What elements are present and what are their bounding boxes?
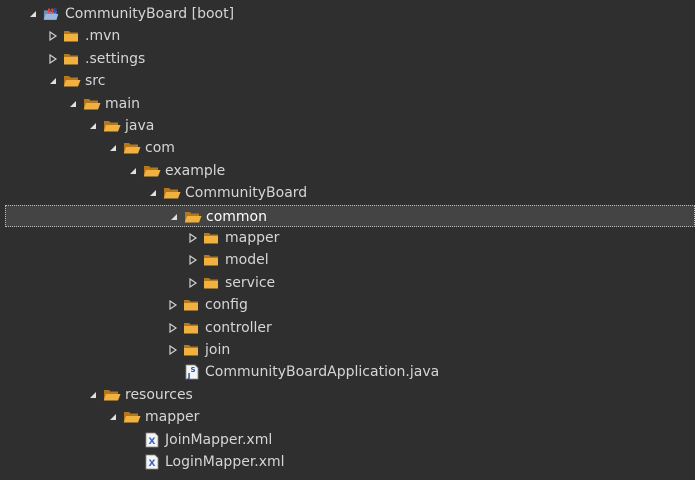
tree-item-common[interactable]: common [5, 204, 695, 227]
folder-open-icon [123, 140, 141, 156]
tree-item-communityboard[interactable]: CommunityBoard [0, 182, 695, 204]
tree-item-communityboard-boot[interactable]: M S CommunityBoard [boot] [0, 3, 695, 25]
folder-icon [63, 51, 81, 67]
tree-item-mapper[interactable]: mapper [0, 227, 695, 249]
expand-arrow-icon[interactable] [47, 30, 59, 42]
tree-item-label: resources [125, 386, 193, 403]
project-explorer-tree: M S CommunityBoard [boot] .mvn .settings src m… [0, 0, 695, 480]
tree-item-label: java [125, 118, 155, 134]
folder-open-icon [163, 185, 181, 201]
tree-item-config[interactable]: config [0, 294, 695, 316]
tree-item-mvn[interactable]: .mvn [0, 25, 695, 47]
collapse-arrow-icon[interactable] [67, 98, 79, 110]
tree-item-settings[interactable]: .settings [0, 48, 695, 70]
folder-icon [203, 275, 221, 291]
folder-icon [63, 28, 81, 44]
tree-item-label: main [105, 95, 140, 112]
tree-item-resources[interactable]: resources [0, 384, 695, 406]
tree-item-join[interactable]: join [0, 339, 695, 361]
tree-item-label: CommunityBoard [185, 185, 308, 202]
expand-arrow-icon[interactable] [187, 254, 199, 266]
folder-open-icon [103, 118, 121, 134]
tree-item-joinmapper-xml[interactable]: X JoinMapper.xml [0, 429, 695, 451]
expand-arrow-icon[interactable] [187, 277, 199, 289]
xml-file-icon: X [143, 454, 161, 470]
svg-text:X: X [149, 437, 156, 447]
tree-item-label: controller [205, 319, 272, 336]
folder-open-icon [184, 209, 202, 225]
collapse-arrow-icon[interactable] [107, 142, 119, 154]
tree-item-label: config [205, 297, 248, 314]
collapse-arrow-icon[interactable] [127, 165, 139, 177]
svg-text:X: X [149, 459, 156, 469]
tree-item-label: mapper [145, 409, 200, 426]
tree-item-label: service [225, 274, 276, 291]
collapse-arrow-icon[interactable] [47, 75, 59, 87]
tree-item-label: example [165, 162, 226, 179]
tree-item-label: CommunityBoard [boot] [65, 6, 235, 22]
tree-item-label: model [225, 252, 269, 269]
tree-item-example[interactable]: example [0, 160, 695, 182]
tree-item-src[interactable]: src [0, 70, 695, 92]
svg-text:J: J [187, 372, 191, 380]
svg-text:S: S [190, 366, 195, 374]
tree-item-label: JoinMapper.xml [165, 431, 273, 448]
collapse-arrow-icon[interactable] [168, 211, 180, 223]
folder-icon [183, 297, 201, 313]
xml-file-icon: X [143, 432, 161, 448]
folder-open-icon [103, 387, 121, 403]
expand-arrow-icon[interactable] [47, 53, 59, 65]
tree-item-label: src [85, 73, 106, 90]
tree-item-label: .mvn [85, 28, 121, 45]
tree-item-label: .settings [85, 50, 146, 67]
tree-item-communityboardapplication-java[interactable]: S J CommunityBoardApplication.java [0, 361, 695, 383]
expand-arrow-icon[interactable] [167, 322, 179, 334]
collapse-arrow-icon[interactable] [147, 187, 159, 199]
collapse-arrow-icon[interactable] [107, 411, 119, 423]
svg-text:S: S [53, 8, 58, 15]
folder-icon [203, 252, 221, 268]
tree-item-com[interactable]: com [0, 137, 695, 159]
folder-open-icon [83, 96, 101, 112]
expand-arrow-icon[interactable] [187, 232, 199, 244]
tree-item-label: mapper [225, 230, 280, 246]
tree-item-java[interactable]: java [0, 115, 695, 137]
folder-icon [203, 230, 221, 246]
folder-open-icon [123, 409, 141, 425]
tree-item-label: common [206, 208, 267, 225]
tree-item-mapper[interactable]: mapper [0, 406, 695, 428]
folder-icon [183, 320, 201, 336]
folder-open-icon [143, 163, 161, 179]
expand-arrow-icon[interactable] [167, 344, 179, 356]
tree-item-label: CommunityBoardApplication.java [205, 364, 440, 381]
tree-item-service[interactable]: service [0, 272, 695, 294]
folder-open-icon [63, 73, 81, 89]
tree-item-controller[interactable]: controller [0, 317, 695, 339]
tree-item-model[interactable]: model [0, 249, 695, 271]
tree-item-label: com [145, 140, 175, 157]
project-icon: MS [43, 6, 61, 22]
expand-arrow-icon[interactable] [167, 299, 179, 311]
tree-item-main[interactable]: main [0, 93, 695, 115]
tree-item-loginmapper-xml[interactable]: X LoginMapper.xml [0, 451, 695, 473]
tree-item-label: join [205, 342, 231, 358]
collapse-arrow-icon[interactable] [87, 120, 99, 132]
collapse-arrow-icon[interactable] [87, 389, 99, 401]
folder-icon [183, 342, 201, 358]
java-file-icon: SJ [183, 364, 201, 380]
tree-item-label: LoginMapper.xml [165, 454, 285, 470]
collapse-arrow-icon[interactable] [27, 8, 39, 20]
